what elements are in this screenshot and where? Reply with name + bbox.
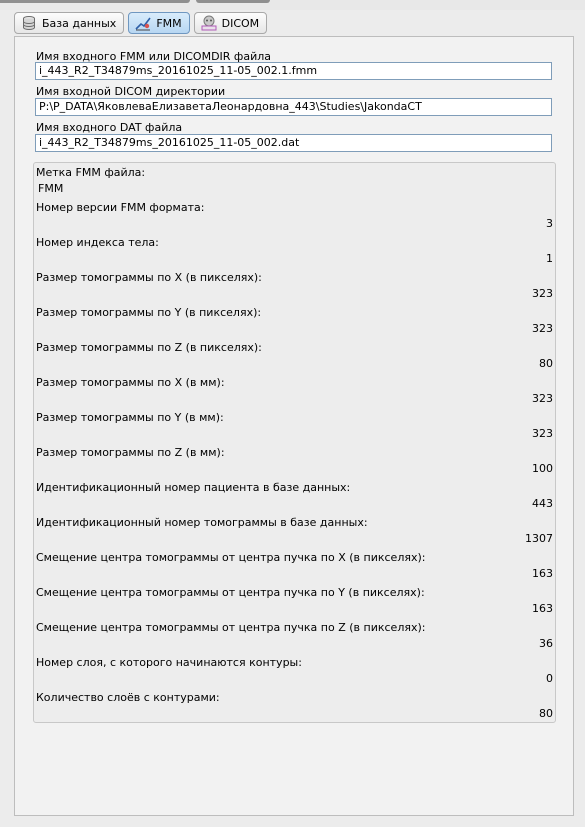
info-row: Размер томограммы по Y (в мм): 323 — [36, 411, 553, 446]
dicom-dir-label: Имя входной DICOM директории — [36, 85, 226, 98]
info-row: Идентификационный номер пациента в базе … — [36, 481, 553, 516]
tab-dicom[interactable]: DICOM — [193, 12, 268, 34]
info-row-value: 1 — [546, 252, 553, 265]
info-row-label: Смещение центра томограммы от центра пуч… — [36, 551, 426, 564]
info-row: Размер томограммы по X (в пикселях): 323 — [36, 271, 553, 306]
info-row: Размер томограммы по Z (в мм): 100 — [36, 446, 553, 481]
info-row-label: Смещение центра томограммы от центра пуч… — [36, 586, 425, 599]
info-row-label: Идентификационный номер томограммы в баз… — [36, 516, 368, 529]
fmm-file-input[interactable]: i_443_R2_T34879ms_20161025_11-05_002.1.f… — [35, 62, 552, 80]
dicom-icon — [201, 15, 217, 31]
info-row-value: 0 — [546, 672, 553, 685]
mark-label: Метка FMM файла: — [36, 166, 146, 179]
info-row: Идентификационный номер томограммы в баз… — [36, 516, 553, 551]
info-row-value: 323 — [532, 392, 553, 405]
tab-fmm[interactable]: FMM — [128, 12, 190, 34]
info-row-value: 1307 — [525, 532, 553, 545]
info-row-value: 36 — [539, 637, 553, 650]
info-row-value: 3 — [546, 217, 553, 230]
tab-dicom-label: DICOM — [221, 16, 260, 30]
info-row: Размер томограммы по Z (в пикселях): 80 — [36, 341, 553, 376]
tab-fmm-label: FMM — [156, 16, 182, 30]
info-row-value: 163 — [532, 567, 553, 580]
info-row: Смещение центра томограммы от центра пуч… — [36, 586, 553, 621]
info-row-label: Номер индекса тела: — [36, 236, 159, 249]
info-row-label: Размер томограммы по Z (в мм): — [36, 446, 225, 459]
info-row-value: 163 — [532, 602, 553, 615]
info-row-value: 80 — [539, 707, 553, 720]
info-row-value: 443 — [532, 497, 553, 510]
info-row-value: 323 — [532, 287, 553, 300]
info-row-label: Номер слоя, с которого начинаются контур… — [36, 656, 302, 669]
info-row: Смещение центра томограммы от центра пуч… — [36, 621, 553, 656]
mark-value: FMM — [38, 182, 64, 195]
top-tab-stub — [196, 0, 270, 3]
tab-database[interactable]: База данных — [14, 12, 125, 34]
info-row-label: Размер томограммы по Y (в пикселях): — [36, 306, 262, 319]
dicom-dir-input[interactable]: P:\P_DATA\ЯковлеваЕлизаветаЛеонардовна_4… — [35, 98, 552, 116]
info-row: Размер томограммы по X (в мм): 323 — [36, 376, 553, 411]
fmm-panel: Имя входного FMM или DICOMDIR файла i_44… — [14, 36, 574, 816]
info-row-label: Количество слоёв с контурами: — [36, 691, 220, 704]
window-top-strip — [0, 0, 585, 10]
info-row: Номер индекса тела: 1 — [36, 236, 553, 271]
info-row-mark: Метка FMM файла: FMM — [36, 166, 553, 201]
info-row-label: Размер томограммы по Y (в мм): — [36, 411, 224, 424]
dat-file-input[interactable]: i_443_R2_T34879ms_20161025_11-05_002.dat — [35, 134, 552, 152]
fmm-info-box: Метка FMM файла: FMM Номер версии FMM фо… — [33, 162, 556, 723]
info-row-label: Номер версии FMM формата: — [36, 201, 205, 214]
top-tab-stub — [0, 0, 190, 3]
info-row-value: 80 — [539, 357, 553, 370]
database-icon — [21, 15, 37, 31]
dat-file-label: Имя входного DAT файла — [36, 121, 183, 134]
info-row: Размер томограммы по Y (в пикселях): 323 — [36, 306, 553, 341]
info-row: Количество слоёв с контурами: 80 — [36, 691, 553, 726]
info-row-value: 100 — [532, 462, 553, 475]
tab-bar: База данных FMM DICOM — [14, 12, 271, 34]
info-row-label: Размер томограммы по Z (в пикселях): — [36, 341, 262, 354]
info-row: Номер версии FMM формата: 3 — [36, 201, 553, 236]
tab-database-label: База данных — [42, 16, 117, 30]
info-row-value: 323 — [532, 427, 553, 440]
info-row-label: Размер томограммы по X (в пикселях): — [36, 271, 262, 284]
info-row-label: Смещение центра томограммы от центра пуч… — [36, 621, 426, 634]
info-row-label: Размер томограммы по X (в мм): — [36, 376, 225, 389]
info-row: Номер слоя, с которого начинаются контур… — [36, 656, 553, 691]
info-row-value: 323 — [532, 322, 553, 335]
fmm-icon — [135, 15, 151, 31]
info-row-label: Идентификационный номер пациента в базе … — [36, 481, 351, 494]
info-row: Смещение центра томограммы от центра пуч… — [36, 551, 553, 586]
